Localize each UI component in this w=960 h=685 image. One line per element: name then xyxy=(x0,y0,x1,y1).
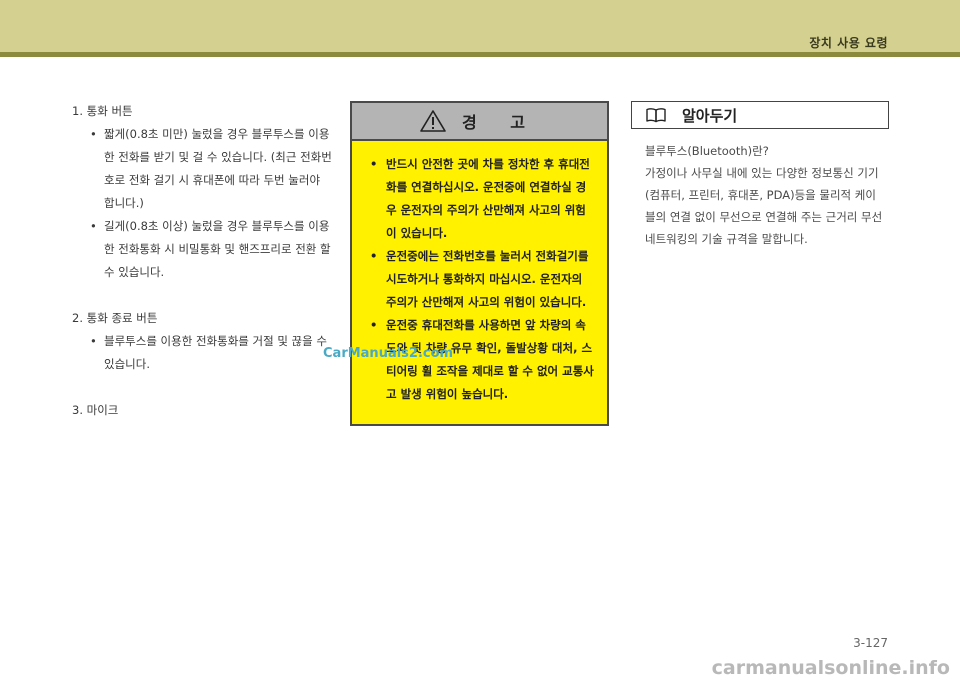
watermark-mid: CarManuals2.com xyxy=(323,346,454,361)
section-title: 장치 사용 요령 xyxy=(809,36,888,50)
book-icon xyxy=(646,108,666,123)
warning-bullet: 반드시 안전한 곳에 차를 정차한 후 휴대전화를 연결하십시오. 운전중에 연… xyxy=(366,153,595,245)
item-heading: 3. 마이크 xyxy=(72,403,119,417)
note-line: 가정이나 사무실 내에 있는 다양한 정보통신 기기(컴퓨터, 프린터, 휴대폰… xyxy=(645,166,883,246)
watermark-bottom: carmanualsonline.info xyxy=(711,657,950,679)
note-header: 알아두기 xyxy=(631,101,889,129)
header-rule xyxy=(0,52,960,57)
note-body: 블루투스(Bluetooth)란? 가정이나 사무실 내에 있는 다양한 정보통… xyxy=(645,140,885,250)
warning-header: 경 고 xyxy=(352,103,607,141)
warning-triangle-icon xyxy=(420,110,446,132)
warning-box: 경 고 반드시 안전한 곳에 차를 정차한 후 휴대전화를 연결하십시오. 운전… xyxy=(350,101,609,426)
item-heading: 2. 통화 종료 버튼 xyxy=(72,311,158,325)
page-number: 3-127 xyxy=(853,636,888,650)
warning-body: 반드시 안전한 곳에 차를 정차한 후 휴대전화를 연결하십시오. 운전중에 연… xyxy=(352,141,607,406)
bullet-text: 블루투스를 이용한 전화통화를 거절 및 끊을 수 있습니다. xyxy=(72,330,334,376)
note-title: 알아두기 xyxy=(682,106,738,125)
note-line: 블루투스(Bluetooth)란? xyxy=(645,144,769,158)
bullet-text: 길게(0.8초 이상) 눌렀을 경우 블루투스를 이용한 전화통화 시 비밀통화… xyxy=(72,215,334,284)
left-column: 1. 통화 버튼 짧게(0.8초 미만) 눌렀을 경우 블루투스를 이용한 전화… xyxy=(72,100,334,422)
warning-title: 경 고 xyxy=(461,113,539,132)
item-heading: 1. 통화 버튼 xyxy=(72,104,133,118)
warning-bullet: 운전중에는 전화번호를 눌러서 전화걸기를 시도하거나 통화하지 마십시오. 운… xyxy=(366,245,595,314)
bullet-text: 짧게(0.8초 미만) 눌렀을 경우 블루투스를 이용한 전화를 받기 및 걸 … xyxy=(72,123,334,215)
